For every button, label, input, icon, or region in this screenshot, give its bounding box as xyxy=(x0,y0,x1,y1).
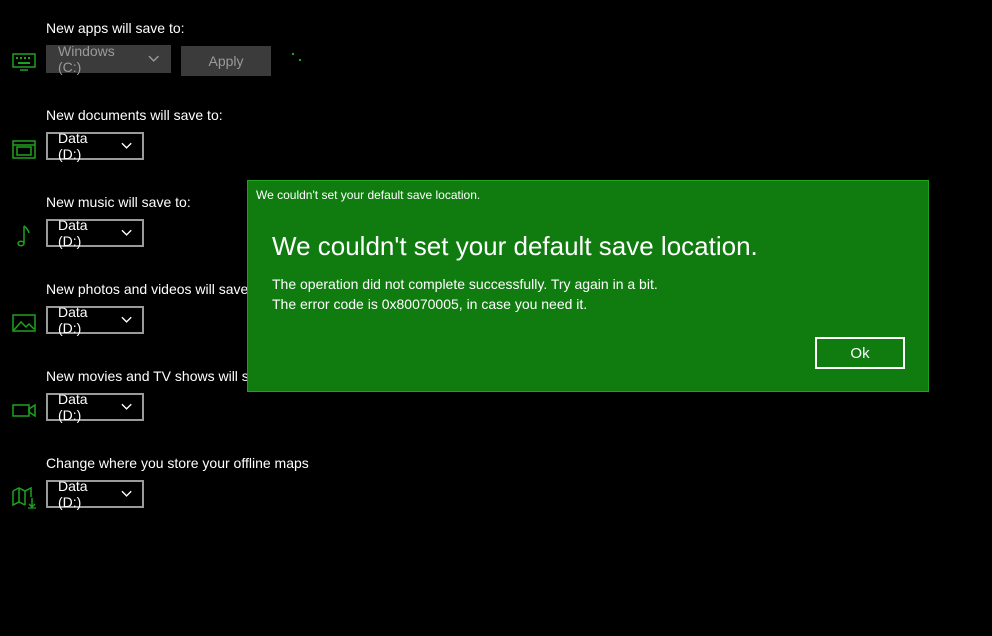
documents-location-value: Data (D:) xyxy=(58,130,88,162)
photos-label: New photos and videos will save to: xyxy=(46,281,268,297)
ok-button[interactable]: Ok xyxy=(815,337,905,369)
maps-location-value: Data (D:) xyxy=(58,478,88,510)
photos-location-value: Data (D:) xyxy=(58,304,88,336)
documents-label: New documents will save to: xyxy=(46,107,223,123)
maps-location-dropdown[interactable]: Data (D:) xyxy=(46,478,144,510)
chevron-down-icon xyxy=(121,316,132,323)
chevron-down-icon xyxy=(121,142,132,149)
photo-icon xyxy=(10,311,38,335)
music-location-dropdown[interactable]: Data (D:) xyxy=(46,217,144,249)
music-label: New music will save to: xyxy=(46,194,191,210)
music-location-value: Data (D:) xyxy=(58,217,88,249)
apply-button[interactable]: Apply xyxy=(181,46,271,76)
apps-label: New apps will save to: xyxy=(46,20,185,36)
error-dialog: We couldn't set your default save locati… xyxy=(247,180,929,392)
dialog-caption: We couldn't set your default save locati… xyxy=(256,188,481,202)
dialog-message-line-2: The error code is 0x80070005, in case yo… xyxy=(272,296,588,312)
loading-spinner-icon xyxy=(291,52,302,62)
chevron-down-icon xyxy=(121,490,132,497)
movies-location-value: Data (D:) xyxy=(58,391,88,423)
document-drive-icon xyxy=(10,137,38,161)
apps-location-dropdown[interactable]: Windows (C:) xyxy=(46,43,171,75)
chevron-down-icon xyxy=(121,229,132,236)
keyboard-icon xyxy=(10,49,38,73)
video-camera-icon xyxy=(10,398,38,422)
documents-location-dropdown[interactable]: Data (D:) xyxy=(46,130,144,162)
movies-location-dropdown[interactable]: Data (D:) xyxy=(46,391,144,423)
chevron-down-icon xyxy=(121,403,132,410)
apps-location-value: Windows (C:) xyxy=(58,43,115,75)
music-note-icon xyxy=(10,224,38,248)
chevron-down-icon xyxy=(148,55,159,62)
dialog-message-line-1: The operation did not complete successfu… xyxy=(272,276,658,292)
photos-location-dropdown[interactable]: Data (D:) xyxy=(46,304,144,336)
maps-label: Change where you store your offline maps xyxy=(46,455,309,471)
map-download-icon xyxy=(10,485,38,509)
dialog-title: We couldn't set your default save locati… xyxy=(272,231,758,261)
